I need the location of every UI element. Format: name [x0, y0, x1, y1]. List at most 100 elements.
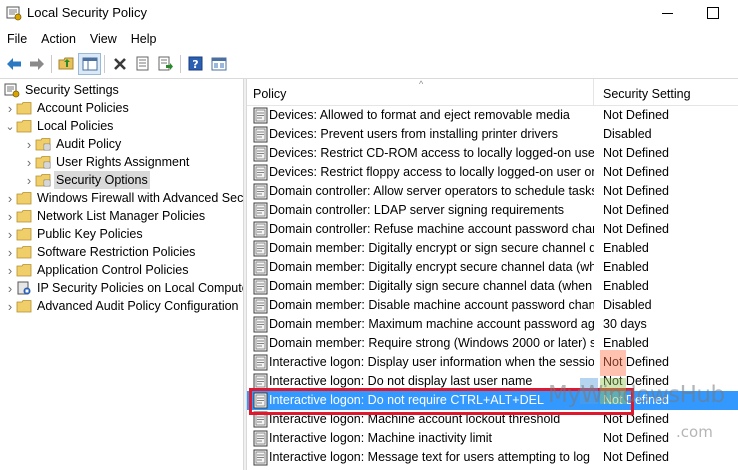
policy-row[interactable]: Domain controller: Allow server operator… — [247, 182, 738, 201]
tree-item-label: Audit Policy — [56, 137, 122, 151]
minimize-button[interactable] — [657, 4, 679, 22]
up-one-level-button[interactable] — [55, 53, 78, 75]
show-hide-tree-icon — [82, 57, 97, 70]
tree-item[interactable]: › Software Restriction Policies — [4, 243, 197, 261]
chevron-right-icon[interactable]: › — [4, 189, 16, 207]
tree-item[interactable]: › Audit Policy — [23, 135, 123, 153]
tree-item-label: User Rights Assignment — [56, 155, 190, 169]
export-list-button[interactable] — [154, 53, 177, 75]
chevron-right-icon[interactable]: › — [23, 171, 35, 189]
tree-item[interactable]: › Account Policies — [4, 99, 131, 117]
policy-security-setting: Not Defined — [603, 450, 670, 464]
policy-row[interactable]: Interactive logon: Machine account locko… — [247, 410, 738, 429]
policy-security-setting: Disabled — [603, 298, 652, 312]
tree-root[interactable]: Security Settings — [4, 81, 121, 99]
policy-row[interactable]: Devices: Restrict floppy access to local… — [247, 163, 738, 182]
policy-setting-icon — [253, 259, 268, 276]
menu-action[interactable]: Action — [34, 29, 83, 49]
delete-button[interactable] — [108, 53, 131, 75]
show-hide-console-tree-button[interactable] — [78, 52, 101, 75]
chevron-right-icon[interactable]: › — [4, 207, 16, 225]
policy-row[interactable]: Interactive logon: Message text for user… — [247, 448, 738, 467]
policy-name: Devices: Restrict CD-ROM access to local… — [269, 146, 594, 160]
tree-item[interactable]: ⌄ Local Policies — [4, 117, 115, 135]
delete-icon — [113, 57, 126, 70]
maximize-button[interactable] — [704, 4, 722, 22]
tree-item[interactable]: › Security Options — [23, 171, 150, 189]
policy-row[interactable]: Domain member: Digitally sign secure cha… — [247, 277, 738, 296]
policy-security-setting: Not Defined — [603, 222, 670, 236]
window-title: Local Security Policy — [27, 5, 147, 20]
policy-row[interactable]: Domain member: Require strong (Windows 2… — [247, 334, 738, 353]
chevron-right-icon[interactable]: › — [23, 153, 35, 171]
tree-item[interactable]: › Windows Firewall with Advanced Secu — [4, 189, 243, 207]
policy-setting-icon — [253, 202, 268, 219]
forward-arrow-icon — [29, 57, 44, 70]
menu-view[interactable]: View — [83, 29, 124, 49]
policy-setting-icon — [253, 297, 268, 314]
policy-setting-icon — [253, 316, 268, 333]
chevron-right-icon[interactable]: › — [4, 99, 16, 117]
toolbar-separator — [51, 54, 52, 73]
menu-bar: File Action View Help — [0, 28, 738, 50]
policy-security-setting: Not Defined — [603, 165, 670, 179]
policy-setting-icon — [253, 335, 268, 352]
title-bar: Local Security Policy — [0, 0, 738, 28]
policy-setting-icon — [253, 411, 268, 428]
policy-name: Domain controller: Allow server operator… — [269, 184, 594, 198]
policy-row[interactable]: Interactive logon: Display user informat… — [247, 353, 738, 372]
help-button[interactable]: ? — [184, 53, 207, 75]
chevron-right-icon[interactable]: › — [4, 243, 16, 261]
menu-file[interactable]: File — [0, 29, 34, 49]
policy-row[interactable]: Domain member: Maximum machine account p… — [247, 315, 738, 334]
policy-security-setting: Not Defined — [603, 184, 670, 198]
folder-icon — [16, 102, 32, 115]
chevron-right-icon[interactable]: › — [23, 135, 35, 153]
policy-name: Interactive logon: Machine inactivity li… — [269, 431, 493, 445]
chevron-right-icon[interactable]: › — [4, 261, 16, 279]
policy-row[interactable]: Devices: Allowed to format and eject rem… — [247, 106, 738, 125]
policy-row[interactable]: Devices: Restrict CD-ROM access to local… — [247, 144, 738, 163]
policy-row[interactable]: Domain controller: Refuse machine accoun… — [247, 220, 738, 239]
chevron-right-icon[interactable]: › — [4, 225, 16, 243]
policy-row[interactable]: Domain controller: LDAP server signing r… — [247, 201, 738, 220]
tree-item[interactable]: › Advanced Audit Policy Configuration — [4, 297, 241, 315]
tree-item-label: Public Key Policies — [37, 227, 143, 241]
tree-item[interactable]: › Network List Manager Policies — [4, 207, 207, 225]
svg-text:?: ? — [192, 58, 198, 71]
chevron-right-icon[interactable]: › — [4, 297, 16, 315]
properties-button[interactable] — [131, 53, 154, 75]
tree-item[interactable]: › Application Control Policies — [4, 261, 190, 279]
properties-icon — [136, 56, 149, 71]
menu-help[interactable]: Help — [124, 29, 164, 49]
column-header-security-setting[interactable]: Security Setting — [595, 79, 738, 106]
chevron-right-icon[interactable]: › — [4, 279, 16, 297]
policy-row[interactable]: Domain member: Digitally encrypt or sign… — [247, 239, 738, 258]
policy-name: Devices: Allowed to format and eject rem… — [269, 108, 570, 122]
folder-icon — [35, 174, 51, 187]
policy-row[interactable]: Domain member: Digitally encrypt secure … — [247, 258, 738, 277]
policy-row[interactable]: Devices: Prevent users from installing p… — [247, 125, 738, 144]
toolbar: ? — [0, 50, 738, 77]
tree-item[interactable]: › Public Key Policies — [4, 225, 145, 243]
policy-setting-icon — [253, 449, 268, 466]
mmc-view-button[interactable] — [207, 53, 230, 75]
policy-security-setting: Not Defined — [603, 431, 670, 445]
policy-name: Domain member: Digitally encrypt secure … — [269, 260, 594, 274]
policy-row[interactable]: Domain member: Disable machine account p… — [247, 296, 738, 315]
tree-item[interactable]: › IP Security Policies on Local Compute — [4, 279, 243, 297]
tree-item-label: Windows Firewall with Advanced Secu — [37, 191, 243, 205]
policy-row[interactable]: Interactive logon: Machine inactivity li… — [247, 429, 738, 448]
policy-setting-icon — [253, 430, 268, 447]
tree-item[interactable]: › User Rights Assignment — [23, 153, 191, 171]
folder-icon — [16, 192, 32, 205]
forward-button[interactable] — [25, 53, 48, 75]
back-button[interactable] — [2, 53, 25, 75]
policy-security-setting: Not Defined — [603, 355, 670, 369]
policy-setting-icon — [253, 183, 268, 200]
security-policy-app-icon — [6, 6, 22, 21]
column-header-policy[interactable]: Policy — [247, 79, 594, 106]
policy-name: Interactive logon: Do not require CTRL+A… — [269, 393, 544, 407]
chevron-down-icon[interactable]: ⌄ — [4, 117, 16, 135]
tree-item-label: Application Control Policies — [37, 263, 189, 277]
